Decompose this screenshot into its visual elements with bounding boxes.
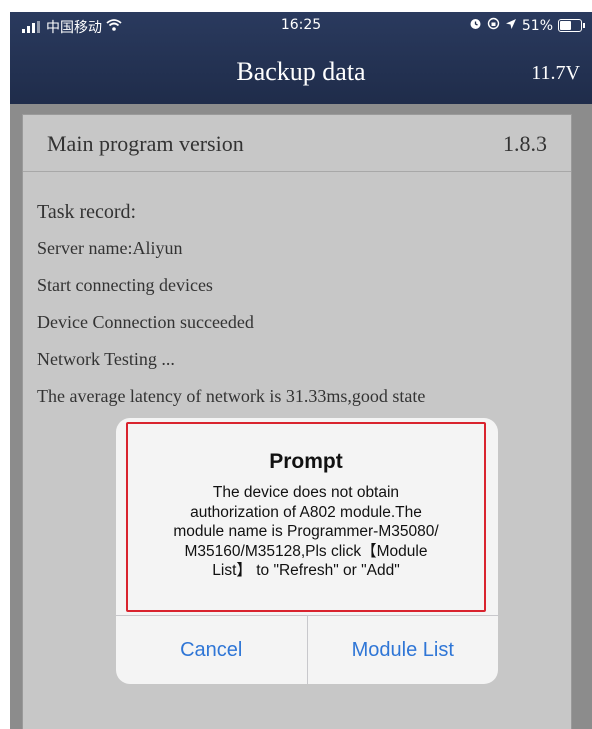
- dialog-actions: Cancel Module List: [116, 615, 498, 684]
- dialog-message-line: authorization of A802 module.The: [190, 503, 422, 521]
- version-row: Main program version 1.8.3: [23, 115, 571, 172]
- module-list-button[interactable]: Module List: [306, 616, 499, 684]
- nav-bar: Backup data 11.7V: [10, 40, 592, 104]
- top-bar: 中国移动 16:25 51% Backup data 11.7V: [10, 12, 592, 104]
- battery-percent: 51%: [521, 17, 553, 34]
- status-bar: 中国移动 16:25 51%: [10, 12, 592, 40]
- alarm-icon: [469, 17, 482, 34]
- dialog-title: Prompt: [269, 450, 343, 473]
- dialog-highlight-box: Prompt The device does not obtain author…: [126, 422, 486, 612]
- task-record: Task record: Server name:Aliyun Start co…: [37, 201, 425, 423]
- task-record-line: Start connecting devices: [37, 275, 213, 295]
- battery-icon: [558, 19, 585, 32]
- dialog-message-line: M35160/M35128,Pls click【Module: [184, 542, 428, 560]
- cancel-button[interactable]: Cancel: [116, 616, 307, 684]
- task-record-line: The average latency of network is 31.33m…: [37, 386, 426, 406]
- voltage-readout: 11.7V: [531, 62, 580, 84]
- dialog-message-line: List】 to "Refresh" or "Add": [212, 562, 400, 579]
- dialog-message-line: module name is Programmer-M35080/: [173, 523, 439, 540]
- location-icon: [505, 18, 517, 34]
- version-value: 1.8.3: [503, 131, 547, 156]
- app-screen: 中国移动 16:25 51% Backup data 11.7V Main pr…: [0, 0, 592, 729]
- version-label: Main program version: [47, 131, 244, 156]
- task-record-title: Task record:: [37, 201, 137, 223]
- status-right: 51%: [469, 17, 585, 34]
- orientation-lock-icon: [487, 17, 500, 34]
- task-record-line: Network Testing ...: [37, 349, 175, 369]
- task-record-line: Device Connection succeeded: [37, 312, 254, 332]
- prompt-dialog: Prompt The device does not obtain author…: [116, 418, 498, 684]
- dialog-message: The device does not obtain authorization…: [142, 483, 470, 581]
- task-record-line: Server name:Aliyun: [37, 238, 183, 258]
- page-title: Backup data: [236, 57, 366, 86]
- dialog-message-line: The device does not obtain: [212, 484, 400, 501]
